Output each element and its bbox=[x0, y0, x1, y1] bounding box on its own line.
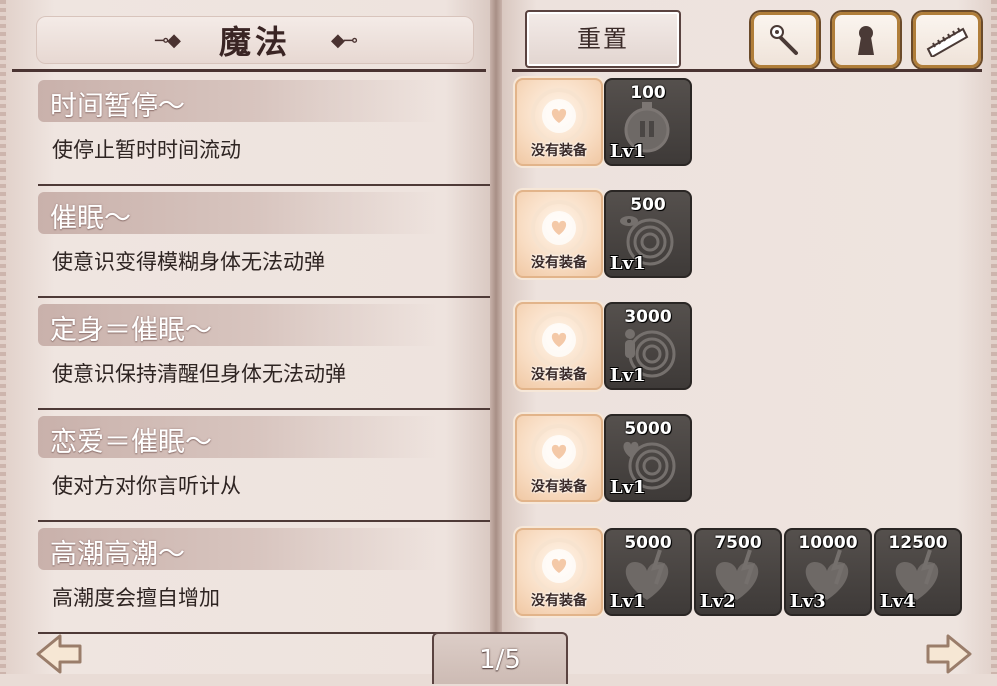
skill-cost: 5000 bbox=[624, 533, 672, 553]
empty-heart-emblem-icon bbox=[531, 312, 587, 368]
ornament-left: ⊸◆ bbox=[154, 29, 181, 51]
skill-level: Lv2 bbox=[700, 591, 736, 612]
book-spine bbox=[490, 0, 502, 674]
ruler-icon bbox=[926, 27, 969, 57]
right-border-decoration bbox=[991, 0, 997, 674]
skill-level-slot[interactable]: 500 Lv1 bbox=[604, 190, 692, 278]
equip-slot[interactable]: 没有装备 bbox=[515, 302, 603, 390]
keyhole-icon bbox=[858, 26, 874, 55]
keyhole-button[interactable] bbox=[832, 12, 900, 68]
ruler-button[interactable] bbox=[913, 12, 981, 68]
skill-level: Lv3 bbox=[790, 591, 826, 612]
skill-cost: 10000 bbox=[798, 533, 858, 553]
page-title: 魔法 bbox=[218, 23, 291, 61]
page-indicator: 1/5 bbox=[432, 632, 568, 684]
skill-name: 恋爱＝催眠～ bbox=[50, 427, 212, 458]
next-page-button[interactable] bbox=[922, 630, 974, 674]
skill-row[interactable]: 高潮高潮～ 高潮度会擅自增加 bbox=[12, 522, 490, 634]
skill-level: Lv1 bbox=[610, 253, 646, 274]
skill-description: 使意识保持清醒但身体无法动弹 bbox=[52, 362, 346, 386]
equip-slot-label: 没有装备 bbox=[531, 143, 587, 159]
equip-slot-label: 没有装备 bbox=[531, 479, 587, 495]
equip-slot-label: 没有装备 bbox=[531, 255, 587, 271]
empty-heart-emblem-icon bbox=[531, 424, 587, 480]
skill-level: Lv1 bbox=[610, 365, 646, 386]
skill-description: 高潮度会擅自增加 bbox=[52, 586, 220, 610]
title-divider bbox=[12, 69, 486, 72]
equip-slot-label: 没有装备 bbox=[531, 367, 587, 383]
skill-level-slot[interactable]: 7500 Lv2 bbox=[694, 528, 782, 616]
skill-cost: 500 bbox=[630, 195, 666, 215]
skill-name: 时间暂停～ bbox=[50, 91, 185, 122]
skill-row[interactable]: 时间暂停～ 使停止暂时时间流动 bbox=[12, 74, 490, 186]
skill-description: 使意识变得模糊身体无法动弹 bbox=[52, 250, 325, 274]
skill-level-slot[interactable]: 5000 Lv1 bbox=[604, 414, 692, 502]
ornament-right: ◆⊸ bbox=[331, 29, 358, 51]
empty-heart-emblem-icon bbox=[531, 88, 587, 144]
skill-level: Lv1 bbox=[610, 141, 646, 162]
empty-heart-emblem-icon bbox=[531, 200, 587, 256]
equip-slot[interactable]: 没有装备 bbox=[515, 78, 603, 166]
skill-cost: 5000 bbox=[624, 419, 672, 439]
skill-row[interactable]: 催眠～ 使意识变得模糊身体无法动弹 bbox=[12, 186, 490, 298]
arrow-left-icon bbox=[36, 634, 82, 674]
equip-slot[interactable]: 没有装备 bbox=[515, 190, 603, 278]
skill-name: 高潮高潮～ bbox=[50, 539, 185, 570]
skill-row[interactable]: 恋爱＝催眠～ 使对方对你言听计从 bbox=[12, 410, 490, 522]
skill-cost: 7500 bbox=[714, 533, 762, 553]
skill-cost: 100 bbox=[630, 83, 666, 103]
title-banner: ⊸◆ 魔法 ◆⊸ bbox=[36, 16, 474, 64]
skill-cost: 3000 bbox=[624, 307, 672, 327]
skill-level-slot[interactable]: 5000 Lv1 bbox=[604, 528, 692, 616]
skill-level: Lv1 bbox=[610, 477, 646, 498]
skill-level-slot[interactable]: 100 Lv1 bbox=[604, 78, 692, 166]
skill-level-slot[interactable]: 3000 Lv1 bbox=[604, 302, 692, 390]
equip-slot[interactable]: 没有装备 bbox=[515, 528, 603, 616]
skill-name: 定身＝催眠～ bbox=[50, 315, 212, 346]
skill-name: 催眠～ bbox=[50, 203, 131, 234]
skill-level: Lv4 bbox=[880, 591, 916, 612]
wand-button[interactable] bbox=[751, 12, 819, 68]
skill-row[interactable]: 定身＝催眠～ 使意识保持清醒但身体无法动弹 bbox=[12, 298, 490, 410]
skill-level-slot[interactable]: 12500 Lv4 bbox=[874, 528, 962, 616]
prev-page-button[interactable] bbox=[34, 630, 86, 674]
skill-cost: 12500 bbox=[888, 533, 948, 553]
right-divider bbox=[512, 69, 982, 72]
wand-icon bbox=[770, 25, 798, 55]
arrow-right-icon bbox=[926, 634, 972, 674]
empty-heart-emblem-icon bbox=[531, 538, 587, 594]
skill-level-slot[interactable]: 10000 Lv3 bbox=[784, 528, 872, 616]
reset-button[interactable]: 重置 bbox=[525, 10, 681, 68]
equip-slot-label: 没有装备 bbox=[531, 593, 587, 609]
skill-description: 使停止暂时时间流动 bbox=[52, 138, 241, 162]
skill-divider bbox=[38, 632, 490, 634]
equip-slot[interactable]: 没有装备 bbox=[515, 414, 603, 502]
skill-description: 使对方对你言听计从 bbox=[52, 474, 241, 498]
skill-level: Lv1 bbox=[610, 591, 646, 612]
left-border-decoration bbox=[0, 0, 6, 674]
